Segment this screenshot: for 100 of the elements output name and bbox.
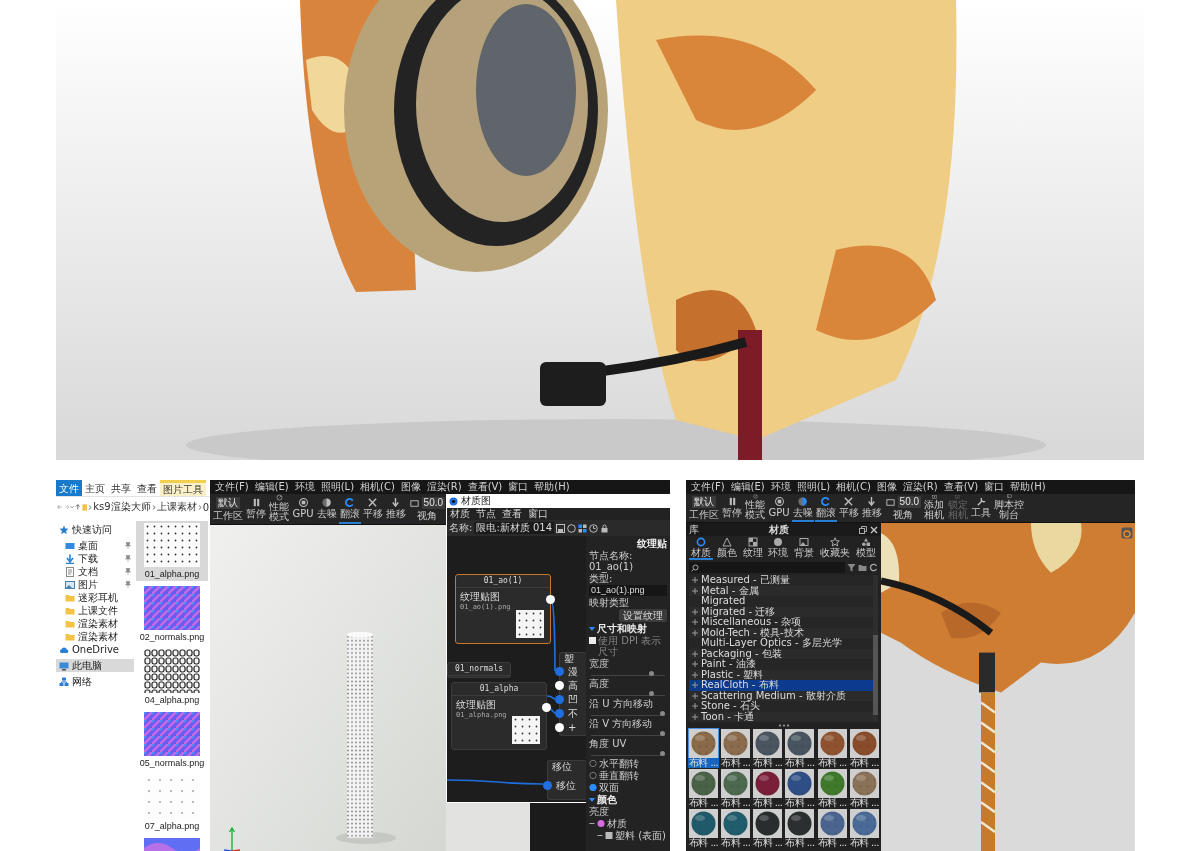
nav-item[interactable]: OneDrive	[56, 643, 134, 656]
radio-button[interactable]	[589, 782, 597, 793]
toolbar-button[interactable]: 添加相机	[923, 494, 946, 522]
ribbon-tab[interactable]: 文件	[56, 480, 82, 496]
port-handle[interactable]	[555, 695, 564, 704]
search-field[interactable]	[689, 562, 845, 573]
nav-item[interactable]: 迷彩耳机	[56, 591, 134, 604]
fov-field[interactable]: 50.0	[421, 497, 446, 509]
slider-thumb[interactable]	[660, 731, 665, 736]
slider-track[interactable]	[591, 750, 665, 756]
menu-item[interactable]: 文件(F)	[212, 482, 252, 492]
name-field[interactable]: 限电:新材质 014	[474, 522, 554, 534]
toolbar-button[interactable]: 推移	[384, 494, 407, 524]
category-item[interactable]: Plastic - 塑料	[689, 669, 873, 680]
menu-item[interactable]: 渲染(R)	[899, 482, 941, 492]
radio-button[interactable]	[589, 758, 597, 769]
slider-track[interactable]	[591, 730, 665, 736]
nav-item[interactable]: 上课文件	[56, 604, 134, 617]
library-tab[interactable]: 模型	[854, 536, 878, 560]
nav-item[interactable]: 渲染素材	[56, 630, 134, 643]
toolbar-button[interactable]: 去噪	[315, 494, 338, 524]
file-field[interactable]: 01_ao(1).png	[589, 585, 667, 596]
menu-item[interactable]: 查看(V)	[940, 482, 982, 492]
ribbon-tab[interactable]: 共享	[108, 480, 134, 496]
menu-item[interactable]: 窗口	[505, 482, 532, 492]
workspace-select[interactable]: 默认	[692, 496, 716, 508]
port-handle[interactable]	[543, 781, 552, 790]
library-tab[interactable]: 材质	[688, 536, 713, 560]
category-item[interactable]: Migrated - 迁移	[689, 606, 873, 617]
file-item[interactable]: 04_alpha.png	[136, 647, 208, 707]
category-item[interactable]: Multi-Layer Optics - 多层光学	[689, 638, 873, 649]
menu-item[interactable]: 节点	[473, 509, 499, 519]
clock-icon[interactable]	[589, 523, 598, 533]
menu-item[interactable]: 编辑(E)	[251, 482, 292, 492]
close-icon[interactable]	[870, 525, 878, 534]
refresh-icon[interactable]	[869, 563, 878, 572]
nav-item[interactable]: 此电脑	[56, 659, 134, 672]
file-item[interactable]: 02_normals.png	[136, 584, 208, 644]
file-item[interactable]: 07_alpha.png	[136, 773, 208, 833]
plus-icon[interactable]	[692, 608, 698, 615]
ribbon-tab[interactable]: 主页	[82, 480, 108, 496]
plus-icon[interactable]	[692, 587, 698, 594]
toolbar-button[interactable]: GPU	[291, 494, 315, 524]
nav-item[interactable]: 快速访问	[56, 523, 134, 536]
category-item[interactable]: Miscellaneous - 杂项	[689, 617, 873, 628]
menu-item[interactable]: 相机(C)	[833, 482, 874, 492]
toolbar-button[interactable]: 工具	[970, 494, 993, 522]
library-tab[interactable]: 颜色	[714, 536, 739, 560]
toolbar-button[interactable]: 性能模式	[744, 494, 767, 522]
menu-item[interactable]: 查看	[499, 509, 525, 519]
nav-item[interactable]: 下载	[56, 552, 134, 565]
library-tab[interactable]: 环境	[766, 536, 791, 560]
nav-item[interactable]: 桌面	[56, 539, 134, 552]
tree-label[interactable]: 材质	[607, 818, 627, 829]
checkbox[interactable]	[589, 637, 596, 644]
menu-item[interactable]: 图像	[397, 482, 424, 492]
slider-thumb[interactable]	[648, 671, 654, 676]
file-item[interactable]: 01_alpha.png	[136, 521, 208, 581]
library-tab[interactable]: 背景	[792, 536, 817, 560]
category-item[interactable]: Migrated	[689, 596, 873, 607]
up-arrow-icon[interactable]	[75, 503, 81, 511]
breadcrumb[interactable]: ks9渲染大师	[93, 500, 151, 514]
menu-item[interactable]: 图像	[873, 482, 900, 492]
library-tab[interactable]: 收藏夹	[818, 536, 853, 560]
toolbar-button[interactable]: 平移	[361, 494, 384, 524]
nav-item[interactable]: 文档	[56, 565, 134, 578]
ribbon-tab[interactable]: 查看	[134, 480, 160, 496]
menu-item[interactable]: 材质	[447, 509, 473, 519]
breadcrumb[interactable]: 0	[202, 501, 209, 513]
library-tab[interactable]: 纹理	[740, 536, 765, 560]
grid-icon[interactable]	[578, 523, 587, 533]
restore-icon[interactable]	[859, 525, 867, 534]
panel-tab[interactable]: 库	[689, 524, 699, 535]
plus-icon[interactable]	[692, 713, 698, 720]
slider-track[interactable]	[591, 690, 665, 696]
breadcrumb[interactable]: 上课素材	[156, 500, 197, 514]
category-item[interactable]: Mold-Tech - 模具-技术	[689, 627, 873, 638]
slider-track[interactable]	[591, 710, 665, 716]
tree-label[interactable]: 塑料 (表面)	[615, 830, 666, 841]
category-item[interactable]: Packaging - 包装	[689, 648, 873, 659]
category-item[interactable]: Toon - 卡通	[689, 711, 873, 722]
menu-item[interactable]: 相机(C)	[357, 482, 398, 492]
plus-icon[interactable]	[692, 629, 698, 636]
toolbar-button[interactable]: 推移	[860, 494, 883, 522]
toolbar-button[interactable]: 性能模式	[268, 494, 291, 524]
collapsed-node[interactable]: 01_normals	[447, 662, 511, 678]
plus-icon[interactable]	[692, 619, 698, 626]
nav-item[interactable]: 网络	[56, 675, 134, 688]
menu-item[interactable]: 帮助(H)	[1007, 482, 1049, 492]
toolbar-button[interactable]: 暂停	[245, 494, 267, 524]
category-item[interactable]: RealCloth - 布料	[689, 680, 873, 691]
toolbar-button[interactable]: 暂停	[721, 494, 743, 522]
slider-thumb[interactable]	[660, 711, 665, 716]
category-item[interactable]: Stone - 石头	[689, 701, 873, 712]
port-handle[interactable]	[542, 703, 551, 712]
port-handle[interactable]	[555, 667, 564, 676]
camera-icon[interactable]	[1121, 527, 1133, 539]
plus-icon[interactable]	[692, 661, 698, 668]
plus-icon[interactable]	[692, 577, 698, 584]
menu-item[interactable]: 环境	[767, 482, 794, 492]
